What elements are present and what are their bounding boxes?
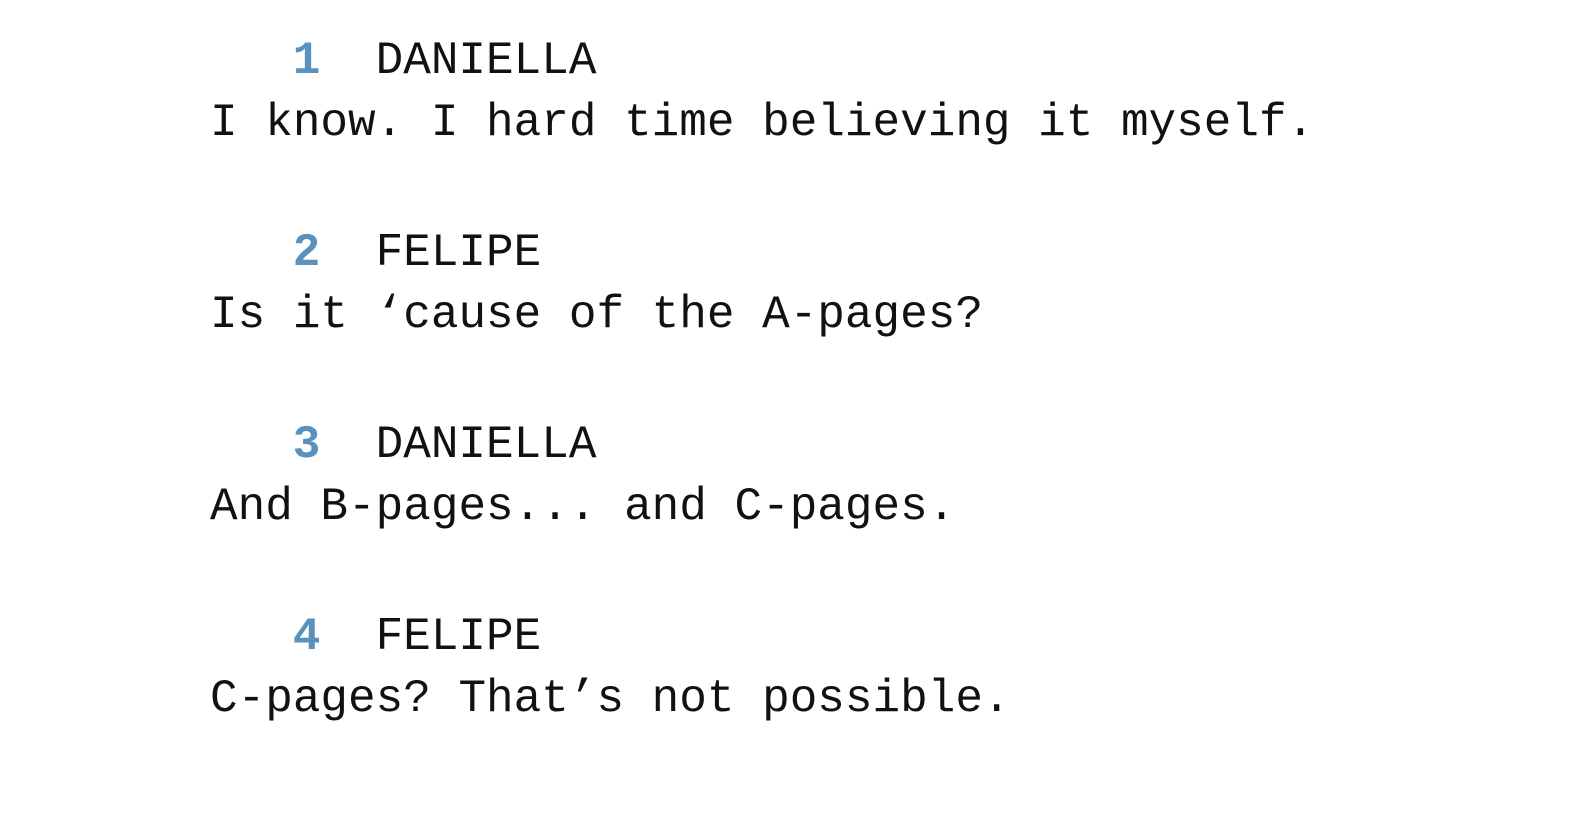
cue-number: 1 — [292, 35, 321, 87]
dialogue-text: Is it ‘cause of the A-pages? — [210, 289, 983, 341]
speaker-header: 3 DANIELLA — [0, 414, 1579, 476]
cue-number: 2 — [292, 227, 321, 279]
speaker-name: DANIELLA — [375, 35, 597, 87]
dialogue-text: C-pages? That’s not possible. — [210, 673, 1011, 725]
cue-number: 3 — [292, 419, 321, 471]
speaker-header: 2 FELIPE — [0, 222, 1579, 284]
dialogue-text: I know. I hard time believing it myself. — [210, 97, 1315, 149]
dialogue-transcript: 1 DANIELLA I know. I hard time believing … — [0, 0, 1579, 816]
dialogue-block: 4 FELIPE C-pages? That’s not possible. — [0, 606, 1579, 730]
dialogue-text: And B-pages... and C-pages. — [210, 481, 956, 533]
dialogue-block: 1 DANIELLA I know. I hard time believing … — [0, 30, 1579, 154]
speaker-name: FELIPE — [375, 611, 542, 663]
speaker-name: DANIELLA — [375, 419, 597, 471]
cue-number: 4 — [292, 611, 321, 663]
speaker-header: 4 FELIPE — [0, 606, 1579, 668]
dialogue-block: 2 FELIPE Is it ‘cause of the A-pages? — [0, 222, 1579, 346]
speaker-header: 1 DANIELLA — [0, 30, 1579, 92]
speaker-name: FELIPE — [375, 227, 542, 279]
dialogue-block: 3 DANIELLA And B-pages... and C-pages. — [0, 414, 1579, 538]
